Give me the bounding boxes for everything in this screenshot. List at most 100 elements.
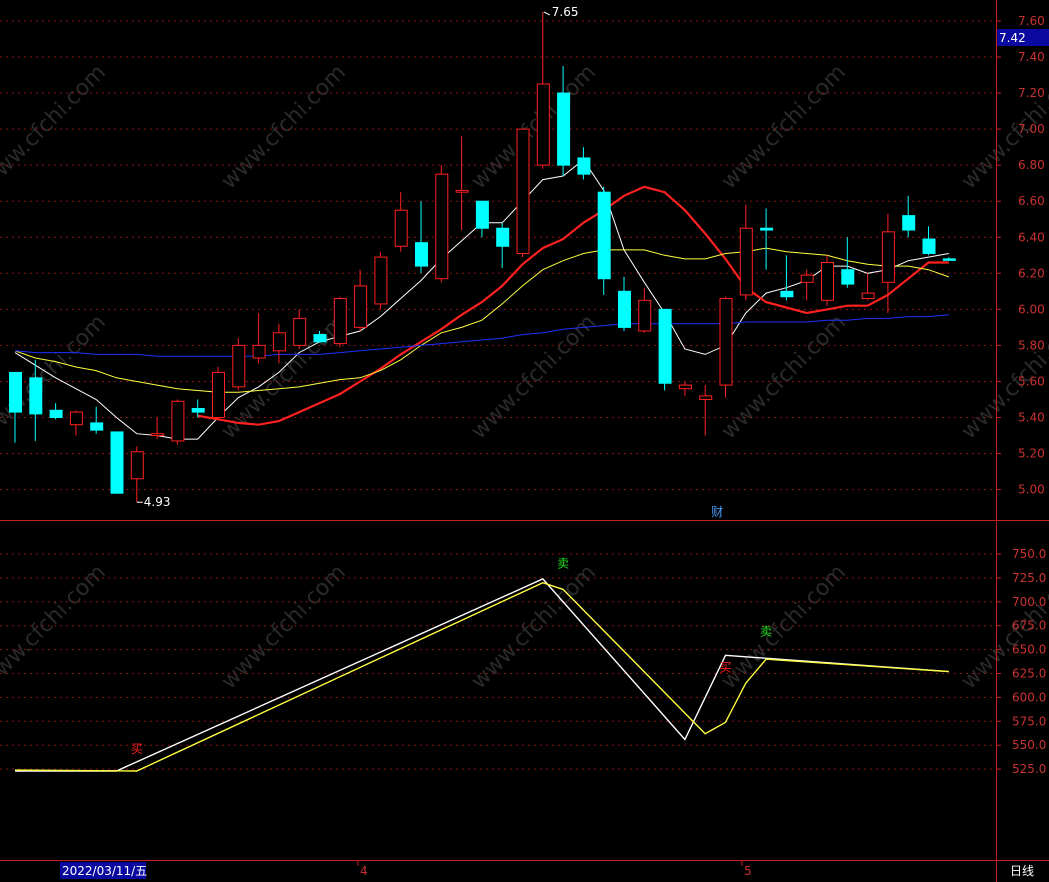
candle [699,385,713,436]
y-tick-label: 6.00 [1018,302,1045,316]
candle [861,273,875,301]
price-markers: 7.65 4.93 财 [136,5,723,519]
candle [455,136,469,231]
candle-up [212,371,225,418]
candle [293,309,307,350]
candle [9,371,22,443]
month-label: 4 [360,864,368,878]
candle [942,257,956,261]
candle [415,201,428,274]
candle-down [49,409,63,419]
candle-up [699,395,713,400]
candle [212,367,225,418]
y-tick-label: 525.0 [1012,762,1046,776]
candle-up [252,344,266,359]
candle-down [415,242,428,267]
candle [171,399,185,445]
watermark-text: www.cfchi.com [0,60,111,194]
candle-down [557,92,571,166]
high-arrow [543,11,551,16]
y-tick-label: 5.00 [1018,483,1045,497]
candle-up [171,400,185,442]
candle-up [435,173,449,280]
candle [902,195,916,238]
candle-up [821,261,834,301]
candle-up [232,344,246,388]
ma-line-1 [197,185,949,426]
candle-down [9,371,22,413]
watermark-text: www.cfchi.com [467,310,601,444]
y-tick-label: 675.0 [1012,619,1046,633]
watermark-text: www.cfchi.com [467,560,601,694]
candle [496,222,510,268]
candle-down [29,377,43,415]
candle [800,269,814,301]
candle [536,11,550,169]
candle [191,399,205,418]
candle-up [536,83,550,166]
high-label: 7.65 [552,5,579,19]
signal-label: 买 [720,661,732,675]
month-label: 5 [744,864,752,878]
y-tick-label: 575.0 [1012,714,1046,728]
current-price-label: 7.42 [999,31,1026,45]
candle [760,208,774,270]
candle-up [333,298,347,345]
y-tick-label: 5.80 [1018,338,1045,352]
candle-up [678,384,692,390]
y-tick-label: 625.0 [1012,667,1046,681]
candle [577,147,591,180]
candle-down [191,407,205,413]
candle-down [760,227,774,231]
candle-down [841,269,855,285]
candle-down [922,238,936,254]
period-label: 日线 [1010,864,1034,878]
candle-up [861,292,875,300]
signal-label: 买 [131,742,143,756]
candle [374,251,388,310]
candle-up [455,189,469,193]
y-tick-label: 5.60 [1018,374,1045,388]
stock-chart[interactable]: www.cfchi.com www.cfchi.com www.cfchi.com w… [0,0,1049,882]
watermark-text: www.cfchi.com [717,560,851,694]
y-tick-label: 7.20 [1018,86,1045,100]
y-tick-label: 5.40 [1018,411,1045,425]
candle-down [496,227,510,247]
candle-down [110,431,124,494]
candle [597,186,611,295]
y-tick-label: 7.00 [1018,122,1045,136]
candle-up [374,256,388,305]
candle [232,338,246,391]
y-tick-label: 650.0 [1012,643,1046,657]
y-tick-label: 6.40 [1018,230,1045,244]
watermark-text: www.cfchi.com [217,60,351,194]
candle [678,381,692,396]
candle-down [618,290,631,328]
candle-down [780,290,794,298]
candle-down [942,258,956,261]
candle-up [516,128,530,254]
candle [618,276,631,331]
candle-up [800,274,814,283]
candle-down [902,215,916,231]
y-tick-label: 6.80 [1018,158,1045,172]
candle-up [69,411,83,426]
x-axis: 2022/03/11/五 4 5 日线 [60,860,1034,879]
y-tick-label: 5.20 [1018,447,1045,461]
candle [333,296,347,348]
y-tick-label: 6.60 [1018,194,1045,208]
candle [719,296,733,398]
candle-up [151,433,165,437]
candle-up [739,227,753,296]
event-marker: 财 [711,505,723,519]
ma-line-2 [14,247,949,393]
candle [739,204,753,301]
candle [516,128,530,258]
watermark-text: www.cfchi.com [717,60,851,194]
candle [69,410,83,436]
candle-down [577,157,591,175]
candle [151,417,165,440]
y-tick-label: 700.0 [1012,595,1046,609]
candle [658,308,672,391]
low-label: 4.93 [144,495,171,509]
